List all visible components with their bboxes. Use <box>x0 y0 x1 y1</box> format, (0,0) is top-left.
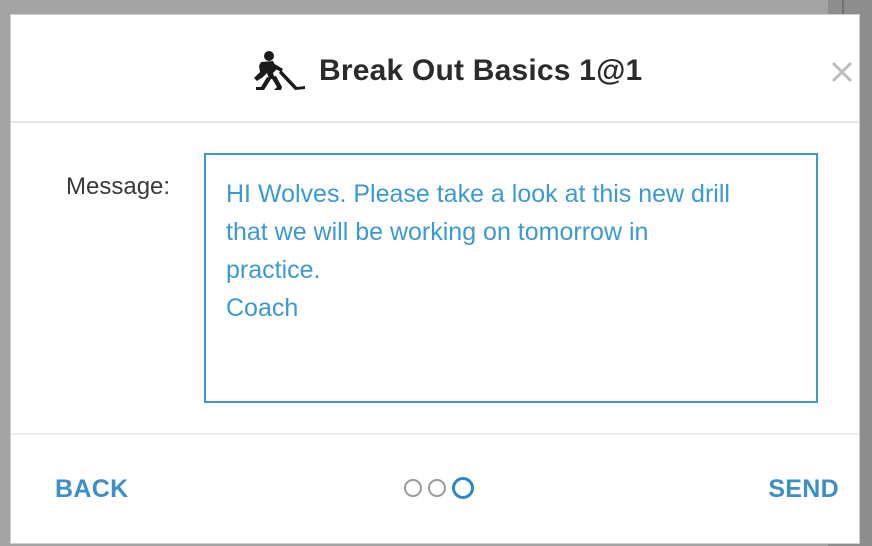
dialog-footer: BACK SEND <box>11 433 859 543</box>
close-icon[interactable] <box>829 59 855 85</box>
dialog-header: Break Out Basics 1@1 <box>11 15 859 123</box>
step-dot-2 <box>428 479 446 497</box>
dialog-title: Break Out Basics 1@1 <box>319 54 643 87</box>
step-dot-1 <box>404 479 422 497</box>
dialog-body: Message: HI Wolves. Please take a look a… <box>11 123 859 433</box>
back-button[interactable]: BACK <box>55 475 128 504</box>
dialog-title-wrap: Break Out Basics 1@1 <box>247 49 642 93</box>
hockey-player-icon <box>254 51 305 90</box>
step-indicator <box>404 477 474 499</box>
message-textarea[interactable]: HI Wolves. Please take a look at this ne… <box>204 153 818 403</box>
message-label: Message: <box>66 173 171 200</box>
send-button[interactable]: SEND <box>768 475 839 504</box>
step-dot-3-active <box>452 477 474 499</box>
share-drill-dialog: Break Out Basics 1@1 Message: HI Wolves.… <box>10 14 860 544</box>
